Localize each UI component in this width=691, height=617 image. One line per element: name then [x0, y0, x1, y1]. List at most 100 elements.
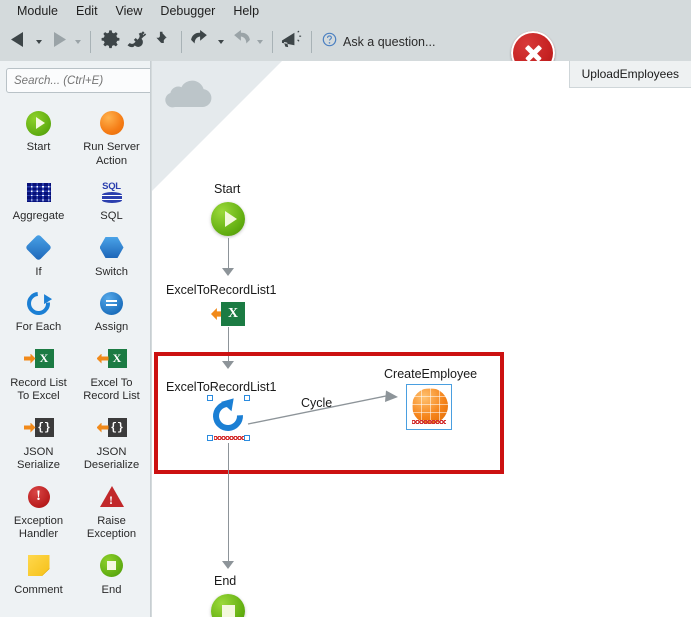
search-input[interactable]	[6, 68, 150, 93]
menu-bar: Module Edit View Debugger Help	[0, 0, 691, 22]
forward-button[interactable]	[45, 27, 71, 57]
back-dropdown-button[interactable]	[32, 27, 45, 57]
edge-foreach-to-end	[227, 443, 229, 565]
edge-start-to-excel	[227, 238, 229, 270]
plug-connect-button[interactable]	[123, 27, 149, 57]
toolbox-item-if[interactable]: If	[2, 230, 75, 284]
selection-handle[interactable]	[207, 395, 213, 401]
menu-help[interactable]: Help	[224, 2, 268, 20]
toolbox-item-label: For Each	[15, 321, 62, 333]
toolbox-item-json-serialize[interactable]: {} JSON Serialize	[2, 410, 75, 477]
record-list-to-excel-icon: X	[23, 344, 54, 374]
toolbox-item-aggregate[interactable]: Aggregate	[2, 174, 75, 228]
node-label-excel-to-record-list-top: ExcelToRecordList1	[166, 283, 277, 297]
chevron-down-icon	[217, 39, 224, 44]
menu-module[interactable]: Module	[8, 2, 67, 20]
start-icon	[24, 108, 54, 138]
json-serialize-icon: {}	[23, 413, 54, 443]
node-label-start: Start	[214, 182, 241, 196]
redo-icon	[229, 30, 251, 53]
redo-dropdown-button[interactable]	[253, 27, 266, 57]
toolbox-item-label: Assign	[94, 321, 129, 333]
chevron-down-icon	[256, 39, 263, 44]
announcements-button[interactable]	[279, 27, 305, 57]
for-each-icon	[22, 286, 55, 320]
document-tab-uploademployees[interactable]: UploadEmployees	[568, 61, 691, 88]
edge-arrow-icon	[222, 361, 234, 369]
cloud-icon	[165, 79, 221, 109]
toolbox-item-label: Switch	[95, 265, 128, 278]
toolbox-item-label: Aggregate	[12, 210, 65, 222]
start-node-icon[interactable]	[211, 202, 245, 236]
excel-to-record-list-node-icon[interactable]: X	[211, 302, 245, 326]
undo-dropdown-button[interactable]	[214, 27, 227, 57]
selection-handle[interactable]	[244, 435, 250, 441]
document-tab-label: UploadEmployees	[581, 67, 679, 81]
toolbar-separator	[311, 30, 312, 53]
toolbox-item-end[interactable]: End	[75, 548, 148, 602]
run-server-action-icon	[97, 108, 127, 138]
toolbox-item-label: JSON Serialize	[17, 445, 60, 472]
toolbox-item-switch[interactable]: Switch	[75, 230, 148, 284]
error-squiggle	[214, 436, 244, 440]
toolbox-item-run-server-action[interactable]: Run Server Action	[75, 105, 148, 172]
flow-canvas[interactable]: UploadEmployees Start ExcelToRecordList1…	[152, 61, 691, 617]
if-icon	[24, 233, 54, 263]
ask-a-question-button[interactable]: Ask a question...	[322, 32, 435, 52]
edge-excel-to-foreach	[227, 327, 229, 365]
plug-icon	[126, 30, 147, 54]
connector-label-cycle: Cycle	[301, 396, 333, 410]
toolbox-item-raise-exception[interactable]: Raise Exception	[75, 479, 148, 546]
toolbox-item-start[interactable]: Start	[2, 105, 75, 172]
sql-icon: SQL	[97, 177, 127, 207]
back-arrow-icon	[10, 31, 29, 53]
toolbox-item-label: Run Server Action	[83, 141, 140, 167]
toolbox-item-excel-to-record-list[interactable]: X Excel To Record List	[75, 341, 148, 408]
edge-arrow-icon	[222, 561, 234, 569]
publish-button[interactable]	[149, 27, 175, 57]
undo-button[interactable]	[188, 27, 214, 57]
forward-dropdown-button[interactable]	[71, 27, 84, 57]
application-window: Module Edit View Debugger Help Ask a que…	[0, 0, 691, 617]
menu-view[interactable]: View	[107, 2, 152, 20]
comment-icon	[24, 551, 54, 581]
toolbox-item-label: If	[35, 265, 42, 278]
settings-button[interactable]	[97, 27, 123, 57]
toolbox-palette: Start Run Server Action Aggregate SQL SQ…	[0, 99, 150, 601]
toolbox-item-label: Record List To Excel	[10, 376, 67, 403]
menu-debugger[interactable]: Debugger	[151, 2, 224, 20]
toolbox-sidebar: Start Run Server Action Aggregate SQL SQ…	[0, 61, 151, 617]
excel-badge-icon: X	[221, 302, 245, 326]
toolbox-item-record-list-to-excel[interactable]: X Record List To Excel	[2, 341, 75, 408]
toolbox-item-assign[interactable]: Assign	[75, 285, 148, 339]
toolbox-item-label: Start	[26, 141, 51, 153]
node-label-create-employee: CreateEmployee	[384, 367, 478, 381]
undo-icon	[190, 30, 212, 53]
redo-button[interactable]	[227, 27, 253, 57]
aggregate-icon	[24, 177, 54, 207]
end-node-icon[interactable]	[211, 594, 245, 617]
toolbox-item-for-each[interactable]: For Each	[2, 285, 75, 339]
toolbox-item-exception-handler[interactable]: ! Exception Handler	[2, 479, 75, 546]
assign-icon	[97, 288, 127, 318]
json-deserialize-icon: {}	[96, 413, 127, 443]
raise-exception-icon	[97, 482, 127, 512]
toolbox-item-sql[interactable]: SQL SQL	[75, 174, 148, 228]
back-button[interactable]	[6, 27, 32, 57]
toolbar-separator	[272, 30, 273, 53]
chevron-down-icon	[35, 39, 42, 44]
chevron-down-icon	[74, 39, 81, 44]
menu-edit[interactable]: Edit	[67, 2, 107, 20]
globe-sphere	[412, 388, 448, 424]
toolbar-separator	[90, 30, 91, 53]
excel-to-record-list-icon: X	[96, 344, 127, 374]
toolbox-item-label: End	[101, 583, 122, 596]
toolbox-item-comment[interactable]: Comment	[2, 548, 75, 602]
for-each-node-icon[interactable]	[206, 393, 250, 438]
publish-icon	[152, 30, 173, 54]
exception-handler-icon: !	[24, 482, 54, 512]
toolbox-item-json-deserialize[interactable]: {} JSON Deserialize	[75, 410, 148, 477]
toolbox-item-label: Comment	[14, 583, 63, 596]
selection-handle[interactable]	[207, 435, 213, 441]
megaphone-icon	[281, 29, 304, 54]
